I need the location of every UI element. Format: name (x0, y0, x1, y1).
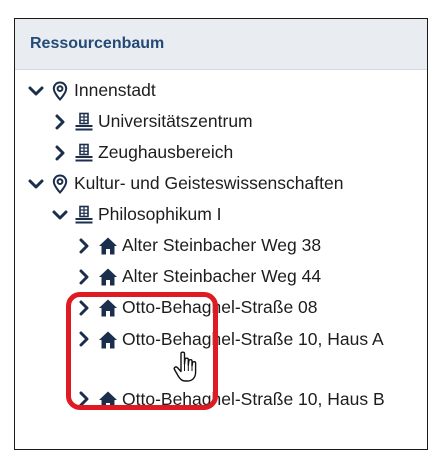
chevron-right-icon[interactable] (75, 330, 93, 348)
tree-item-alter-steinbacher-weg-38[interactable]: Alter Steinbacher Weg 38 (15, 230, 427, 261)
tree-item-label: Otto-Behaghel-Straße 10, Haus A (122, 329, 384, 349)
building-icon (74, 143, 94, 163)
tree-item-philosophikum-i[interactable]: Philosophikum I (15, 199, 427, 230)
tree-item-innenstadt[interactable]: Innenstadt (15, 75, 427, 106)
location-pin-icon (50, 80, 70, 101)
chevron-down-icon[interactable] (51, 206, 69, 224)
house-icon (98, 236, 118, 256)
chevron-right-icon[interactable] (75, 268, 93, 286)
chevron-down-icon[interactable] (27, 175, 45, 193)
tree-item-universitaetszentrum[interactable]: Universitätszentrum (15, 106, 427, 137)
resource-tree: Innenstadt Universitätszentrum Zeughausb… (15, 75, 427, 443)
tree-item-kultur-und-geisteswissenschaften[interactable]: Kultur- und Geisteswissenschaften (15, 168, 427, 199)
tree-item-label: Alter Steinbacher Weg 44 (122, 266, 322, 286)
tree-item-label: Kultur- und Geisteswissenschaften (74, 173, 344, 193)
house-icon (98, 390, 118, 410)
house-icon (98, 267, 118, 287)
building-icon (74, 205, 94, 225)
tree-item-label: Universitätszentrum (98, 111, 253, 131)
chevron-right-icon[interactable] (75, 299, 93, 317)
hand-pointer-cursor-icon (172, 350, 202, 384)
tree-item-label: Philosophikum I (98, 204, 222, 224)
house-icon (98, 298, 118, 318)
panel-title: Ressourcenbaum (15, 19, 427, 70)
chevron-down-icon[interactable] (27, 82, 45, 100)
tree-item-label: Otto-Behaghel-Straße 08 (122, 297, 318, 317)
building-icon (74, 112, 94, 132)
chevron-right-icon[interactable] (51, 113, 69, 131)
tree-item-otto-behaghel-strasse-10-haus-b[interactable]: Otto-Behaghel-Straße 10, Haus B (15, 383, 427, 443)
tree-item-alter-steinbacher-weg-44[interactable]: Alter Steinbacher Weg 44 (15, 261, 427, 292)
tree-item-label: Alter Steinbacher Weg 38 (122, 235, 322, 255)
tree-item-zeughausbereich[interactable]: Zeughausbereich (15, 137, 427, 168)
tree-item-label: Innenstadt (74, 80, 156, 100)
house-icon (98, 330, 118, 350)
chevron-right-icon[interactable] (75, 237, 93, 255)
tree-item-label: Zeughausbereich (98, 142, 234, 162)
chevron-right-icon[interactable] (75, 390, 93, 408)
chevron-right-icon[interactable] (51, 144, 69, 162)
location-pin-icon (50, 173, 70, 194)
resource-tree-panel: Ressourcenbaum Innenstadt Universitätsze… (14, 18, 428, 450)
tree-item-otto-behaghel-strasse-08[interactable]: Otto-Behaghel-Straße 08 (15, 292, 427, 323)
tree-item-label: Otto-Behaghel-Straße 10, Haus B (122, 389, 385, 409)
tree-item-otto-behaghel-strasse-10-haus-a[interactable]: Otto-Behaghel-Straße 10, Haus A (15, 323, 427, 383)
